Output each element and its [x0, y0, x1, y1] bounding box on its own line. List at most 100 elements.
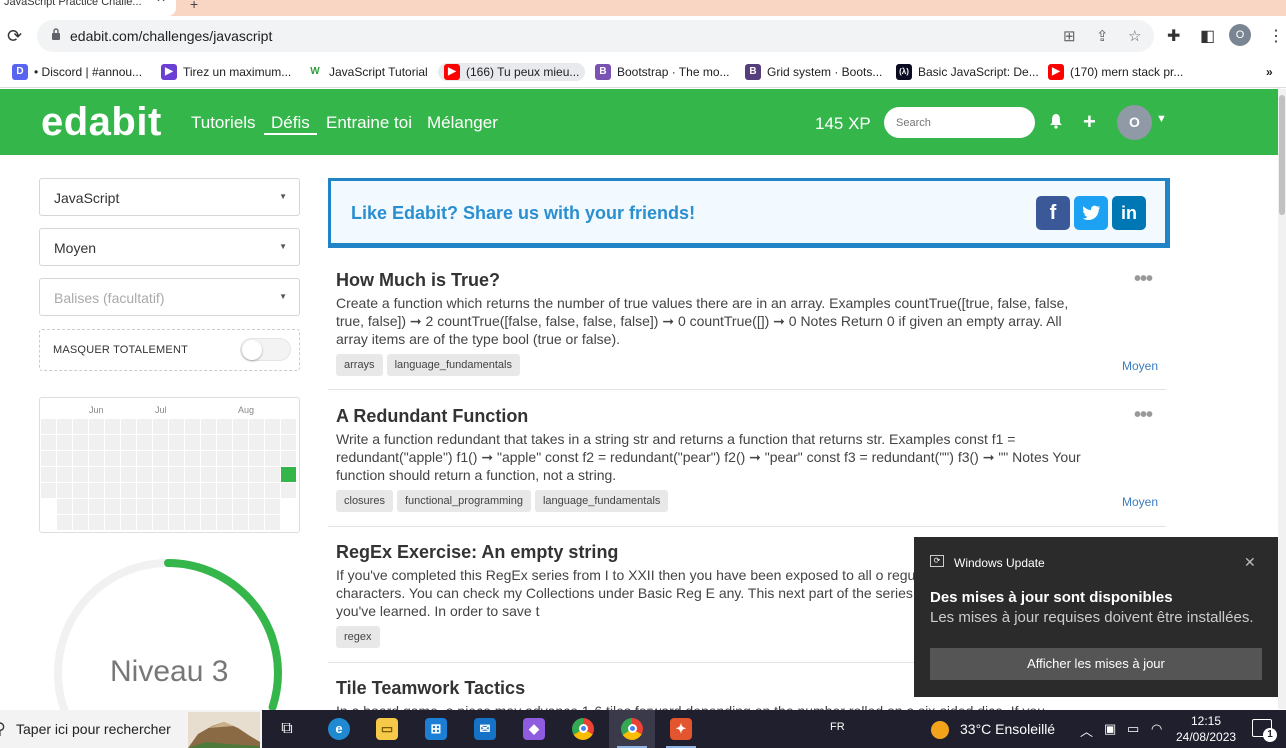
- close-icon[interactable]: ✕: [1244, 554, 1256, 571]
- challenge-title[interactable]: Tile Teamwork Tactics: [336, 678, 525, 699]
- heatmap-cell: [57, 419, 72, 434]
- chevron-up-icon[interactable]: ︿: [1080, 721, 1093, 740]
- tab-title: JavaScript Practice Challe...: [4, 0, 142, 8]
- browser-tab[interactable]: JavaScript Practice Challe... ✕: [0, 0, 176, 16]
- nav-defis[interactable]: Défis: [264, 113, 317, 135]
- language-select[interactable]: JavaScript ▼: [39, 178, 300, 216]
- address-bar-row: ⟳ edabit.com/challenges/javascript ⊞ ⇪ ☆…: [0, 16, 1286, 56]
- challenge-title[interactable]: RegEx Exercise: An empty string: [336, 542, 618, 563]
- difficulty-select[interactable]: Moyen ▼: [39, 228, 300, 266]
- side-panel-icon[interactable]: ◧: [1200, 26, 1215, 46]
- bookmarks-overflow-icon[interactable]: »: [1266, 63, 1273, 81]
- postman-icon[interactable]: ✦: [658, 710, 704, 748]
- taskbar: ⚲ Taper ici pour rechercher ⧉ e ▭ ⊞ ✉ ◆ …: [0, 710, 1286, 748]
- show-updates-button[interactable]: Afficher les mises à jour: [930, 648, 1262, 680]
- sun-icon[interactable]: [931, 721, 949, 739]
- bell-icon[interactable]: [1049, 113, 1063, 134]
- user-avatar[interactable]: O: [1117, 105, 1152, 140]
- toggle-knob[interactable]: [242, 340, 262, 360]
- bookmark-item[interactable]: ▶ Tirez un maximum...: [161, 63, 291, 81]
- bookmark-label: Tirez un maximum...: [183, 65, 292, 79]
- tag-chip[interactable]: functional_programming: [396, 490, 531, 512]
- bookmark-item[interactable]: (λ) Basic JavaScript: De...: [896, 63, 1039, 81]
- edge-icon[interactable]: e: [316, 710, 362, 748]
- heatmap-cell: [169, 483, 184, 498]
- bookmark-item[interactable]: ▶ (166) Tu peux mieu...: [438, 63, 586, 81]
- bookmark-label: • Discord | #annou...: [34, 65, 143, 79]
- store-icon[interactable]: ⊞: [413, 710, 459, 748]
- tag-chip[interactable]: regex: [336, 626, 380, 648]
- linkedin-icon[interactable]: in: [1112, 196, 1146, 230]
- challenge-card[interactable]: A Redundant Function ••• Write a functio…: [328, 404, 1166, 527]
- heatmap-cell: [201, 467, 216, 482]
- battery-icon[interactable]: ▭: [1127, 721, 1139, 737]
- bookmark-item[interactable]: D • Discord | #annou...: [12, 63, 142, 81]
- tag-chip[interactable]: language_fundamentals: [386, 354, 520, 376]
- heatmap-cell: [41, 483, 56, 498]
- reload-icon[interactable]: ⟳: [7, 26, 22, 47]
- file-explorer-icon[interactable]: ▭: [364, 710, 410, 748]
- difficulty-label: Moyen: [1121, 359, 1158, 373]
- tags-select[interactable]: Balises (facultatif) ▼: [39, 278, 300, 316]
- heatmap-cell: [281, 483, 296, 498]
- scrollbar-thumb[interactable]: [1279, 95, 1285, 215]
- page-scrollbar[interactable]: [1278, 89, 1286, 709]
- nav-tutoriels[interactable]: Tutoriels: [191, 113, 256, 133]
- heatmap-cell: [185, 435, 200, 450]
- heatmap-cell: [153, 483, 168, 498]
- share-icon[interactable]: ⇪: [1096, 27, 1109, 45]
- browser-profile-avatar[interactable]: O: [1229, 24, 1251, 46]
- heatmap-cell: [89, 435, 104, 450]
- clock[interactable]: 12:15 24/08/2023: [1176, 713, 1236, 745]
- bookmark-item[interactable]: ▶ (170) mern stack pr...: [1048, 63, 1183, 81]
- chrome-icon[interactable]: [560, 710, 606, 748]
- challenge-title[interactable]: A Redundant Function: [336, 406, 528, 427]
- bookmark-item[interactable]: B Grid system · Boots...: [745, 63, 882, 81]
- challenge-card[interactable]: How Much is True? ••• Create a function …: [328, 268, 1166, 390]
- tag-chip[interactable]: arrays: [336, 354, 383, 376]
- taskbar-search[interactable]: ⚲ Taper ici pour rechercher: [0, 710, 262, 748]
- extensions-icon[interactable]: ✚: [1167, 26, 1180, 46]
- meet-now-icon[interactable]: ▣: [1104, 721, 1116, 737]
- bookmark-item[interactable]: W JavaScript Tutorial: [307, 63, 428, 81]
- bookmark-label: JavaScript Tutorial: [329, 65, 428, 79]
- bookmark-item[interactable]: B Bootstrap · The mo...: [595, 63, 730, 81]
- url-text[interactable]: edabit.com/challenges/javascript: [70, 28, 272, 44]
- browser-menu-icon[interactable]: ⋮: [1268, 26, 1284, 46]
- tags-select-placeholder: Balises (facultatif): [54, 290, 165, 306]
- facebook-icon[interactable]: f: [1036, 196, 1070, 230]
- chrome-profile-icon[interactable]: [609, 710, 655, 748]
- tag-chip[interactable]: language_fundamentals: [534, 490, 669, 512]
- weather-text[interactable]: 33°C Ensoleillé: [960, 721, 1055, 737]
- site-logo[interactable]: edabit: [41, 100, 162, 145]
- heatmap-cell: [105, 435, 120, 450]
- site-search-input[interactable]: [884, 107, 1035, 138]
- heatmap-cell: [265, 483, 280, 498]
- nav-melanger[interactable]: Mélanger: [427, 113, 498, 133]
- translate-icon[interactable]: ⊞: [1063, 27, 1076, 45]
- twitter-icon[interactable]: [1074, 196, 1108, 230]
- language-indicator[interactable]: FR: [830, 721, 845, 733]
- mail-icon[interactable]: ✉: [462, 710, 508, 748]
- challenge-description: In a board game, a piece may advance 1-6…: [336, 702, 1096, 710]
- heatmap-cell: [217, 515, 232, 530]
- heatmap-cell: [57, 451, 72, 466]
- discord-icon: D: [12, 64, 28, 80]
- plus-icon[interactable]: +: [1083, 109, 1096, 135]
- task-view-icon[interactable]: ⧉: [264, 710, 310, 748]
- omnibox[interactable]: edabit.com/challenges/javascript ⊞ ⇪ ☆: [37, 20, 1154, 52]
- tag-chip[interactable]: closures: [336, 490, 393, 512]
- heatmap-cell: [233, 435, 248, 450]
- chevron-down-icon[interactable]: ▼: [1156, 113, 1167, 125]
- visual-studio-icon[interactable]: ◆: [511, 710, 557, 748]
- windows-update-toast: ⟳ Windows Update ✕ Des mises à jour sont…: [914, 537, 1278, 697]
- challenge-title[interactable]: How Much is True?: [336, 270, 500, 291]
- wifi-icon[interactable]: ◠: [1151, 721, 1162, 737]
- more-options-icon[interactable]: •••: [1134, 268, 1153, 291]
- more-options-icon[interactable]: •••: [1134, 404, 1153, 427]
- hide-completed-toggle[interactable]: [240, 338, 291, 361]
- nav-entraine-toi[interactable]: Entraine toi: [326, 113, 412, 133]
- bookmark-star-icon[interactable]: ☆: [1128, 27, 1141, 45]
- new-tab-button[interactable]: +: [190, 0, 198, 12]
- difficulty-label: Moyen: [1121, 495, 1158, 509]
